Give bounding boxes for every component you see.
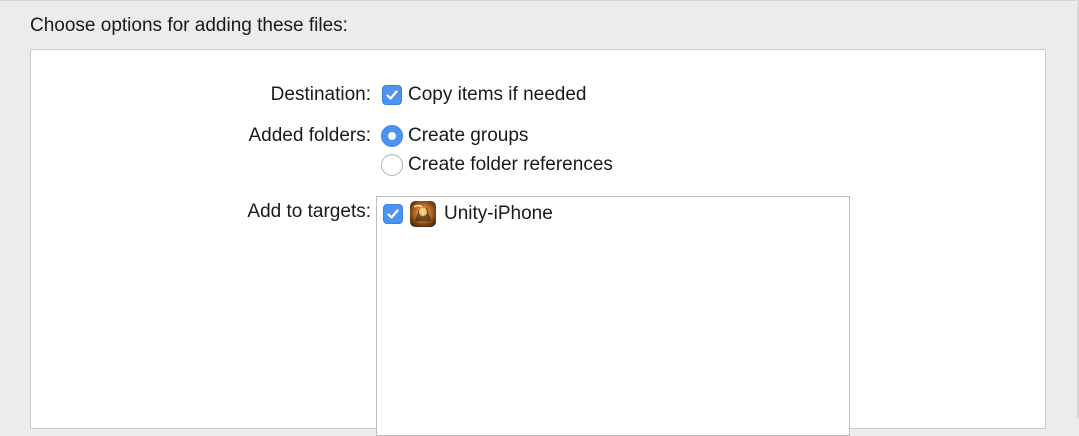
unity-app-icon [410, 201, 436, 227]
radio-dot [388, 132, 396, 140]
create-groups-radio[interactable] [381, 125, 403, 147]
create-folder-references-label[interactable]: Create folder references [408, 152, 613, 178]
copy-items-label[interactable]: Copy items if needed [408, 82, 587, 108]
destination-label: Destination: [270, 84, 371, 105]
copy-items-checkbox[interactable] [382, 85, 402, 105]
add-to-targets-label: Add to targets: [247, 201, 371, 222]
create-folder-references-radio[interactable] [381, 154, 403, 176]
target-checkbox-unity-iphone[interactable] [383, 204, 403, 224]
added-folders-label: Added folders: [248, 125, 371, 146]
window-top-edge [0, 0, 1079, 1]
create-groups-label[interactable]: Create groups [408, 123, 528, 149]
checkmark-icon [386, 90, 398, 100]
checkmark-icon [387, 209, 399, 219]
target-name[interactable]: Unity-iPhone [444, 201, 553, 227]
targets-list[interactable]: Unity-iPhone [376, 196, 850, 436]
options-panel: Destination: Copy items if needed Added … [30, 49, 1046, 436]
dialog-title: Choose options for adding these files: [30, 15, 348, 36]
